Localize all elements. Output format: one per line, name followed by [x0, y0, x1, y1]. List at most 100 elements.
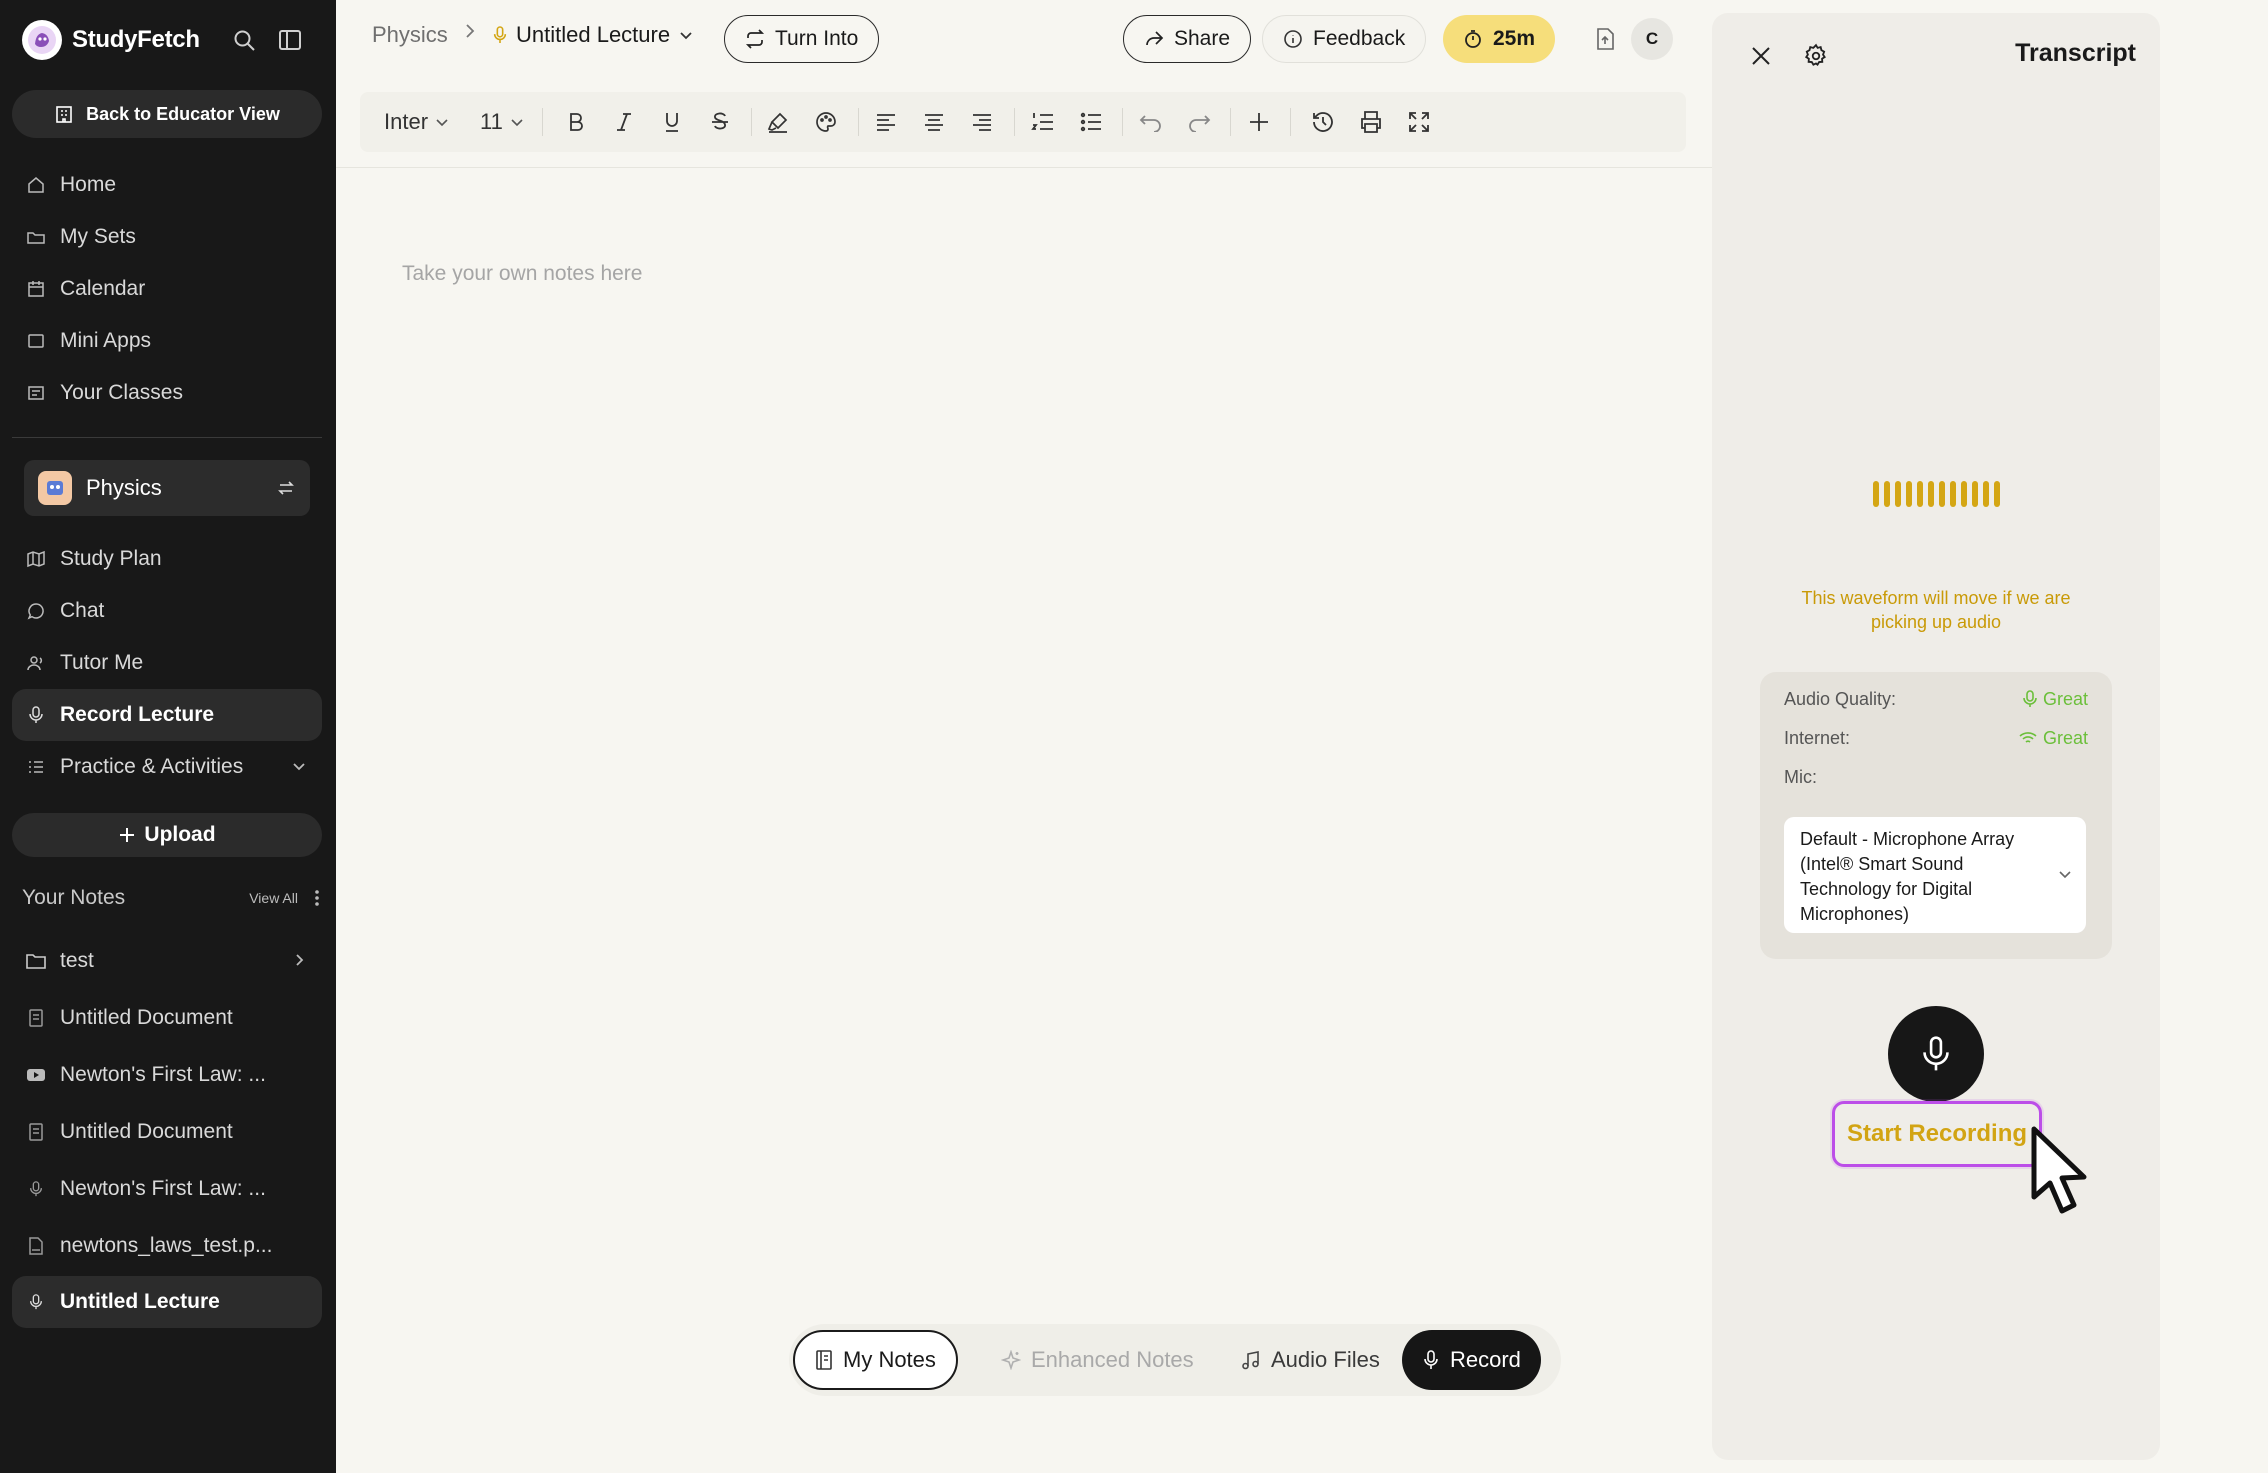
list-icon: [26, 757, 46, 777]
undo-icon[interactable]: [1134, 105, 1168, 139]
map-icon: [26, 549, 46, 569]
nav-label: Mini Apps: [60, 329, 152, 352]
align-right-icon[interactable]: [965, 105, 999, 139]
tab-my-notes[interactable]: My Notes: [793, 1330, 958, 1390]
notes-title: Your Notes: [22, 886, 126, 909]
align-left-icon[interactable]: [869, 105, 903, 139]
ordered-list-icon[interactable]: [1026, 105, 1060, 139]
pdf-icon: [26, 1236, 46, 1256]
palette-icon[interactable]: [809, 105, 843, 139]
underline-icon[interactable]: [655, 105, 689, 139]
history-icon[interactable]: [1306, 105, 1340, 139]
mic-icon: [492, 25, 508, 45]
note-item-document[interactable]: Untitled Document: [12, 989, 322, 1046]
note-label: Newton's First Law: ...: [60, 1176, 266, 1200]
nav-label: Calendar: [60, 277, 146, 300]
document-icon: [26, 1122, 46, 1142]
chevron-right-icon[interactable]: [290, 951, 308, 969]
bullet-list-icon[interactable]: [1074, 105, 1108, 139]
transcript-panel: Transcript This waveform will move if we…: [1712, 13, 2160, 1460]
insert-plus-icon[interactable]: [1242, 105, 1276, 139]
building-icon: [54, 104, 74, 124]
nav-item-your-classes[interactable]: Your Classes: [12, 367, 322, 419]
bold-icon[interactable]: [559, 105, 593, 139]
align-center-icon[interactable]: [917, 105, 951, 139]
upload-button[interactable]: Upload: [12, 813, 322, 857]
note-item-pdf[interactable]: newtons_laws_test.p...: [12, 1217, 322, 1274]
nav-item-my-sets[interactable]: My Sets: [12, 211, 322, 263]
font-family-value: Inter: [384, 109, 429, 134]
tab-audio-files[interactable]: Audio Files: [1221, 1330, 1400, 1390]
tab-enhanced-notes[interactable]: Enhanced Notes: [981, 1330, 1214, 1390]
tab-record[interactable]: Record: [1402, 1330, 1541, 1390]
search-icon[interactable]: [230, 26, 258, 54]
document-icon: [26, 1008, 46, 1028]
nav-item-mini-apps[interactable]: Mini Apps: [12, 315, 322, 367]
toolbar-divider: [858, 108, 859, 136]
note-item-document[interactable]: Untitled Document: [12, 1103, 322, 1160]
strikethrough-icon[interactable]: [703, 105, 737, 139]
share-button[interactable]: Share: [1123, 15, 1252, 63]
sidebar-toggle-icon[interactable]: [276, 26, 304, 54]
sparkle-icon: [1001, 1350, 1021, 1370]
internet-status: Great: [2019, 728, 2088, 749]
mic-select[interactable]: Default - Microphone Array (Intel® Smart…: [1784, 817, 2086, 933]
turn-into-button[interactable]: Turn Into: [724, 15, 880, 63]
fullscreen-icon[interactable]: [1402, 105, 1436, 139]
redo-icon[interactable]: [1182, 105, 1216, 139]
feedback-button[interactable]: Feedback: [1262, 15, 1427, 63]
timer-value: 25m: [1493, 27, 1536, 50]
chevron-down-icon: [678, 27, 694, 43]
toolbar-divider: [1122, 108, 1123, 136]
tab-label: Enhanced Notes: [1031, 1347, 1194, 1372]
note-item-video[interactable]: Newton's First Law: ...: [12, 1046, 322, 1103]
font-family-select[interactable]: Inter: [384, 105, 450, 139]
gear-icon[interactable]: [1800, 40, 1832, 72]
class-switcher[interactable]: Physics: [24, 460, 310, 516]
home-icon: [26, 175, 46, 195]
print-icon[interactable]: [1354, 105, 1388, 139]
studyfetch-logo-icon[interactable]: [22, 20, 62, 60]
note-label: test: [60, 948, 94, 972]
view-all-link[interactable]: View All: [249, 890, 298, 906]
chevron-down-icon[interactable]: [290, 757, 308, 775]
internet-row: Internet: Great: [1784, 725, 2088, 751]
nav-item-practice-activities[interactable]: Practice & Activities: [12, 741, 322, 793]
lecture-title-dropdown[interactable]: Untitled Lecture: [492, 22, 694, 48]
breadcrumb-root[interactable]: Physics: [372, 22, 448, 48]
nav-item-chat[interactable]: Chat: [12, 585, 322, 637]
nav-item-tutor-me[interactable]: Tutor Me: [12, 637, 322, 689]
share-label: Share: [1174, 27, 1231, 50]
timer-badge[interactable]: 25m: [1443, 15, 1556, 63]
start-recording-button[interactable]: Start Recording: [1832, 1101, 2042, 1167]
mic-icon: [1422, 1350, 1440, 1370]
nav-item-study-plan[interactable]: Study Plan: [12, 533, 322, 585]
mic-select-value: Default - Microphone Array (Intel® Smart…: [1800, 829, 2015, 924]
breadcrumb-separator-icon: [462, 22, 478, 40]
close-icon[interactable]: [1746, 41, 1776, 71]
back-to-educator-button[interactable]: Back to Educator View: [12, 90, 322, 138]
nav-label: My Sets: [60, 225, 136, 248]
more-options-icon[interactable]: [312, 888, 322, 908]
swap-icon[interactable]: [276, 478, 296, 498]
italic-icon[interactable]: [607, 105, 641, 139]
turn-into-label: Turn Into: [775, 27, 859, 50]
note-label: Newton's First Law: ...: [60, 1062, 266, 1086]
nav-item-record-lecture[interactable]: Record Lecture: [12, 689, 322, 741]
notes-editor[interactable]: Take your own notes here: [402, 262, 642, 286]
user-avatar[interactable]: C: [1631, 18, 1673, 60]
tab-label: My Notes: [843, 1347, 936, 1372]
nav-label: Practice & Activities: [60, 755, 244, 778]
mic-icon: [26, 1292, 46, 1312]
note-item-untitled-lecture[interactable]: Untitled Lecture: [12, 1276, 322, 1328]
export-icon[interactable]: [1590, 18, 1620, 60]
record-mic-button[interactable]: [1888, 1006, 1984, 1102]
highlighter-icon[interactable]: [761, 105, 795, 139]
nav-item-calendar[interactable]: Calendar: [12, 263, 322, 315]
note-item-test[interactable]: test: [12, 932, 322, 989]
note-item-lecture[interactable]: Newton's First Law: ...: [12, 1160, 322, 1217]
main-nav: Home My Sets Calendar Mini Apps Your Cla…: [12, 159, 322, 419]
nav-item-home[interactable]: Home: [12, 159, 322, 211]
font-size-select[interactable]: 11: [480, 105, 525, 139]
chat-icon: [26, 601, 46, 621]
